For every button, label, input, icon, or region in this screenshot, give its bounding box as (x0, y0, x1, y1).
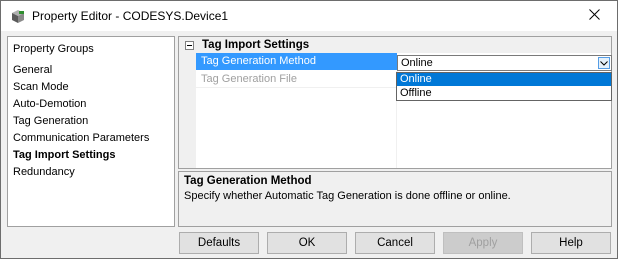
category-row[interactable]: Tag Import Settings (179, 37, 611, 53)
property-editor-window: Property Editor - CODESYS.Device1 Proper… (0, 0, 618, 259)
dropdown-option-offline[interactable]: Offline (397, 87, 611, 100)
grid-margin (179, 53, 196, 168)
cancel-button[interactable]: Cancel (355, 232, 435, 254)
help-button[interactable]: Help (531, 232, 611, 254)
collapse-icon[interactable] (185, 41, 194, 50)
title-bar[interactable]: Property Editor - CODESYS.Device1 (1, 1, 617, 31)
chevron-down-icon[interactable] (598, 57, 610, 69)
group-item-redundancy[interactable]: Redundancy (13, 166, 75, 178)
description-title: Tag Generation Method (184, 175, 312, 187)
method-dropdown-list: Online Offline (396, 72, 612, 101)
combo-value: Online (401, 57, 433, 69)
group-item-communication-parameters[interactable]: Communication Parameters (13, 132, 149, 144)
ok-button[interactable]: OK (267, 232, 347, 254)
tag-generation-method-combo[interactable]: Online (397, 55, 612, 71)
property-name: Tag Generation File (201, 73, 297, 85)
window-title: Property Editor - CODESYS.Device1 (32, 9, 229, 23)
description-text: Specify whether Automatic Tag Generation… (184, 190, 511, 202)
group-item-tag-generation[interactable]: Tag Generation (13, 115, 88, 127)
group-item-general[interactable]: General (13, 64, 52, 76)
property-groups-panel: Property Groups General Scan Mode Auto-D… (7, 36, 175, 227)
defaults-button[interactable]: Defaults (179, 232, 259, 254)
group-item-tag-import-settings[interactable]: Tag Import Settings (13, 149, 115, 161)
dropdown-option-online[interactable]: Online (397, 73, 611, 86)
close-button[interactable] (571, 1, 617, 30)
category-label: Tag Import Settings (202, 39, 310, 51)
apply-button: Apply (443, 232, 523, 254)
group-item-auto-demotion[interactable]: Auto-Demotion (13, 98, 86, 110)
property-groups-header: Property Groups (13, 43, 94, 55)
app-icon (10, 8, 26, 24)
group-item-scan-mode[interactable]: Scan Mode (13, 81, 69, 93)
description-panel: Tag Generation Method Specify whether Au… (178, 171, 612, 227)
property-name[interactable]: Tag Generation Method (196, 53, 397, 70)
close-icon (588, 8, 600, 23)
property-grid: Tag Import Settings Tag Generation Metho… (178, 36, 612, 169)
